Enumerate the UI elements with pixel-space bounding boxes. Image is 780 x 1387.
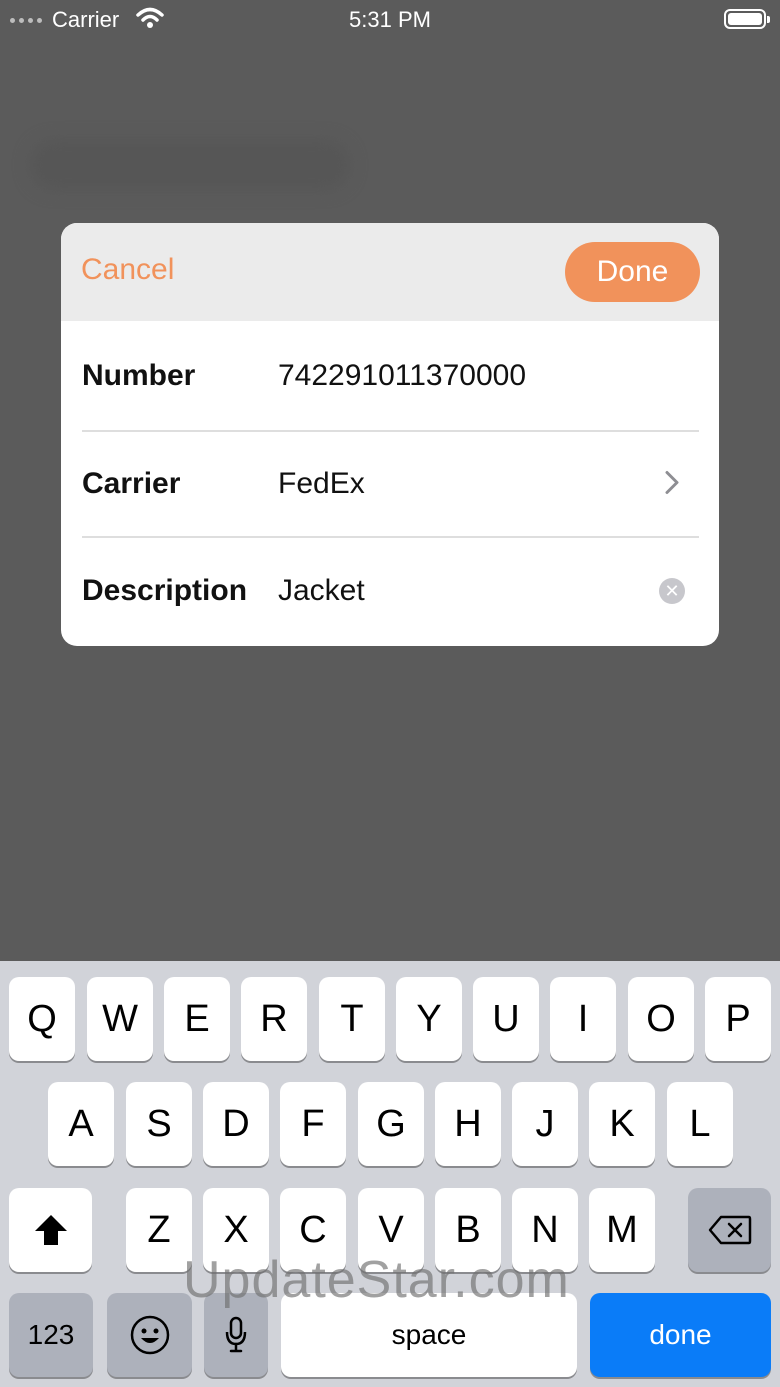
key-y[interactable]: Y [396, 977, 462, 1061]
key-o[interactable]: O [628, 977, 694, 1061]
key-p[interactable]: P [705, 977, 771, 1061]
key-c[interactable]: C [280, 1188, 346, 1272]
key-s[interactable]: S [126, 1082, 192, 1166]
description-row[interactable]: Description Jacket ✕ [82, 538, 699, 644]
background-content [30, 140, 350, 190]
done-button[interactable]: Done [565, 242, 700, 302]
clear-text-icon[interactable]: ✕ [659, 578, 685, 604]
description-label: Description [82, 574, 248, 607]
key-k[interactable]: K [589, 1082, 655, 1166]
cancel-button[interactable]: Cancel [81, 253, 174, 287]
key-z[interactable]: Z [126, 1188, 192, 1272]
dictation-key[interactable] [204, 1293, 268, 1377]
key-r[interactable]: R [241, 977, 307, 1061]
microphone-icon [225, 1316, 247, 1353]
carrier-label: Carrier [82, 467, 181, 500]
key-q[interactable]: Q [9, 977, 75, 1061]
number-row[interactable]: Number 742291011370000 [82, 321, 699, 432]
delete-key[interactable] [688, 1188, 771, 1272]
key-x[interactable]: X [203, 1188, 269, 1272]
space-key[interactable]: space [281, 1293, 577, 1377]
key-t[interactable]: T [319, 977, 385, 1061]
keyboard-done-key[interactable]: done [590, 1293, 771, 1377]
emoji-key[interactable] [107, 1293, 192, 1377]
key-v[interactable]: V [358, 1188, 424, 1272]
backspace-icon [708, 1215, 751, 1245]
key-a[interactable]: A [48, 1082, 114, 1166]
chevron-right-icon [665, 465, 679, 504]
key-d[interactable]: D [203, 1082, 269, 1166]
emoji-icon [130, 1315, 169, 1355]
description-field[interactable]: Jacket [278, 574, 365, 608]
battery-icon [724, 9, 770, 29]
key-l[interactable]: L [667, 1082, 733, 1166]
carrier-row[interactable]: Carrier FedEx [82, 432, 699, 538]
key-j[interactable]: J [512, 1082, 578, 1166]
number-field[interactable]: 742291011370000 [278, 359, 526, 393]
numbers-key[interactable]: 123 [9, 1293, 93, 1377]
carrier-value: FedEx [278, 467, 365, 500]
key-n[interactable]: N [512, 1188, 578, 1272]
dialog-header: Cancel Done [61, 223, 719, 321]
key-g[interactable]: G [358, 1082, 424, 1166]
keyboard: Q W E R T Y U I O P A S D F G H J K L Z … [0, 961, 780, 1387]
key-e[interactable]: E [164, 977, 230, 1061]
status-bar: Carrier 5:31 PM [0, 0, 780, 40]
key-f[interactable]: F [280, 1082, 346, 1166]
key-u[interactable]: U [473, 977, 539, 1061]
key-m[interactable]: M [589, 1188, 655, 1272]
key-h[interactable]: H [435, 1082, 501, 1166]
status-time: 5:31 PM [349, 7, 431, 32]
key-w[interactable]: W [87, 977, 153, 1061]
key-i[interactable]: I [550, 977, 616, 1061]
shift-icon [34, 1215, 67, 1245]
shift-key[interactable] [9, 1188, 92, 1272]
number-label: Number [82, 358, 196, 392]
key-b[interactable]: B [435, 1188, 501, 1272]
add-package-dialog: Cancel Done Number 742291011370000 Carri… [61, 223, 719, 646]
